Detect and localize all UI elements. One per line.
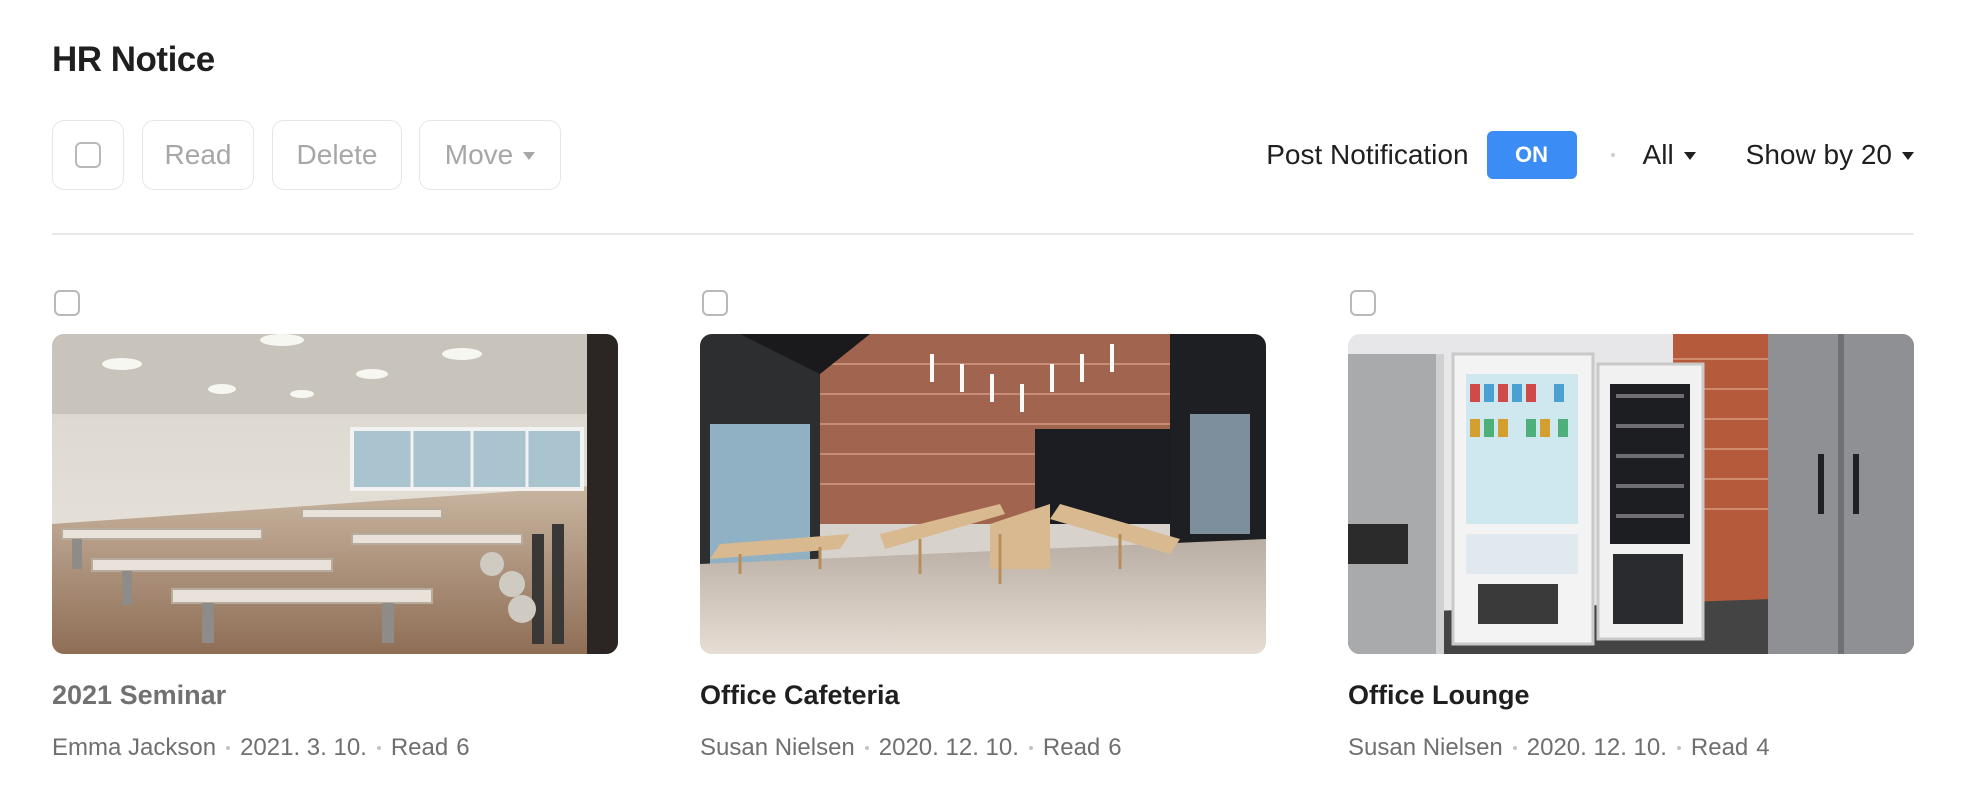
caret-down-icon: [1902, 152, 1914, 160]
checkbox-icon: [75, 142, 101, 168]
show-by-value: Show by 20: [1745, 139, 1892, 170]
post-thumbnail-image[interactable]: [52, 334, 618, 654]
post-title[interactable]: Office Lounge: [1348, 680, 1530, 711]
meta-separator: [226, 746, 231, 750]
post-checkbox[interactable]: [1350, 290, 1376, 316]
meta-separator: [864, 746, 869, 750]
meta-separator: [1028, 746, 1033, 750]
post-read-label: Read: [390, 734, 449, 761]
caret-down-icon: [1683, 152, 1696, 160]
post-date: 2020. 12. 10.: [878, 734, 1019, 761]
select-all-checkbox[interactable]: [52, 120, 124, 190]
post-author: Susan Nielsen: [700, 734, 855, 761]
show-by-dropdown[interactable]: Show by 20: [1746, 139, 1914, 171]
page-title: HR Notice: [52, 40, 215, 79]
post-checkbox[interactable]: [702, 290, 728, 316]
separator-dot: [1610, 153, 1615, 157]
post-meta: Susan Nielsen 2020. 12. 10. Read 4: [1348, 734, 1770, 762]
read-button[interactable]: Read: [142, 120, 254, 190]
post-meta: Emma Jackson 2021. 3. 10. Read 6: [52, 734, 470, 762]
post-read-label: Read: [1042, 734, 1101, 761]
post-checkbox[interactable]: [54, 290, 80, 316]
caret-down-icon: [523, 152, 536, 160]
post-thumbnail-image[interactable]: [1348, 334, 1914, 654]
meta-separator: [1512, 746, 1517, 750]
post-read-label: Read: [1690, 734, 1749, 761]
post-notification-label: Post Notification: [1266, 139, 1469, 170]
toolbar: Read Delete Move Post Notification ON Al…: [52, 120, 1914, 192]
post-read-count: 4: [1756, 734, 1770, 761]
move-button-label: Move: [444, 139, 514, 170]
post-author: Susan Nielsen: [1348, 734, 1503, 761]
toolbar-right: Post Notification ON All Show by 20: [1266, 120, 1914, 190]
post-date: 2020. 12. 10.: [1526, 734, 1667, 761]
filter-dropdown[interactable]: All: [1643, 139, 1696, 171]
post-title[interactable]: Office Cafeteria: [700, 680, 900, 711]
post-notification-toggle[interactable]: ON: [1486, 131, 1577, 179]
post-title[interactable]: 2021 Seminar: [52, 680, 226, 711]
post-meta: Susan Nielsen 2020. 12. 10. Read 6: [700, 734, 1122, 762]
filter-value: All: [1642, 139, 1674, 170]
post-read-count: 6: [456, 734, 470, 761]
divider: [52, 233, 1914, 235]
post-read-count: 6: [1108, 734, 1122, 761]
post-date: 2021. 3. 10.: [240, 734, 367, 761]
meta-separator: [376, 746, 381, 750]
post-author: Emma Jackson: [52, 734, 217, 761]
delete-button[interactable]: Delete: [272, 120, 402, 190]
move-button[interactable]: Move: [419, 120, 561, 190]
post-thumbnail-image[interactable]: [700, 334, 1266, 654]
meta-separator: [1676, 746, 1681, 750]
